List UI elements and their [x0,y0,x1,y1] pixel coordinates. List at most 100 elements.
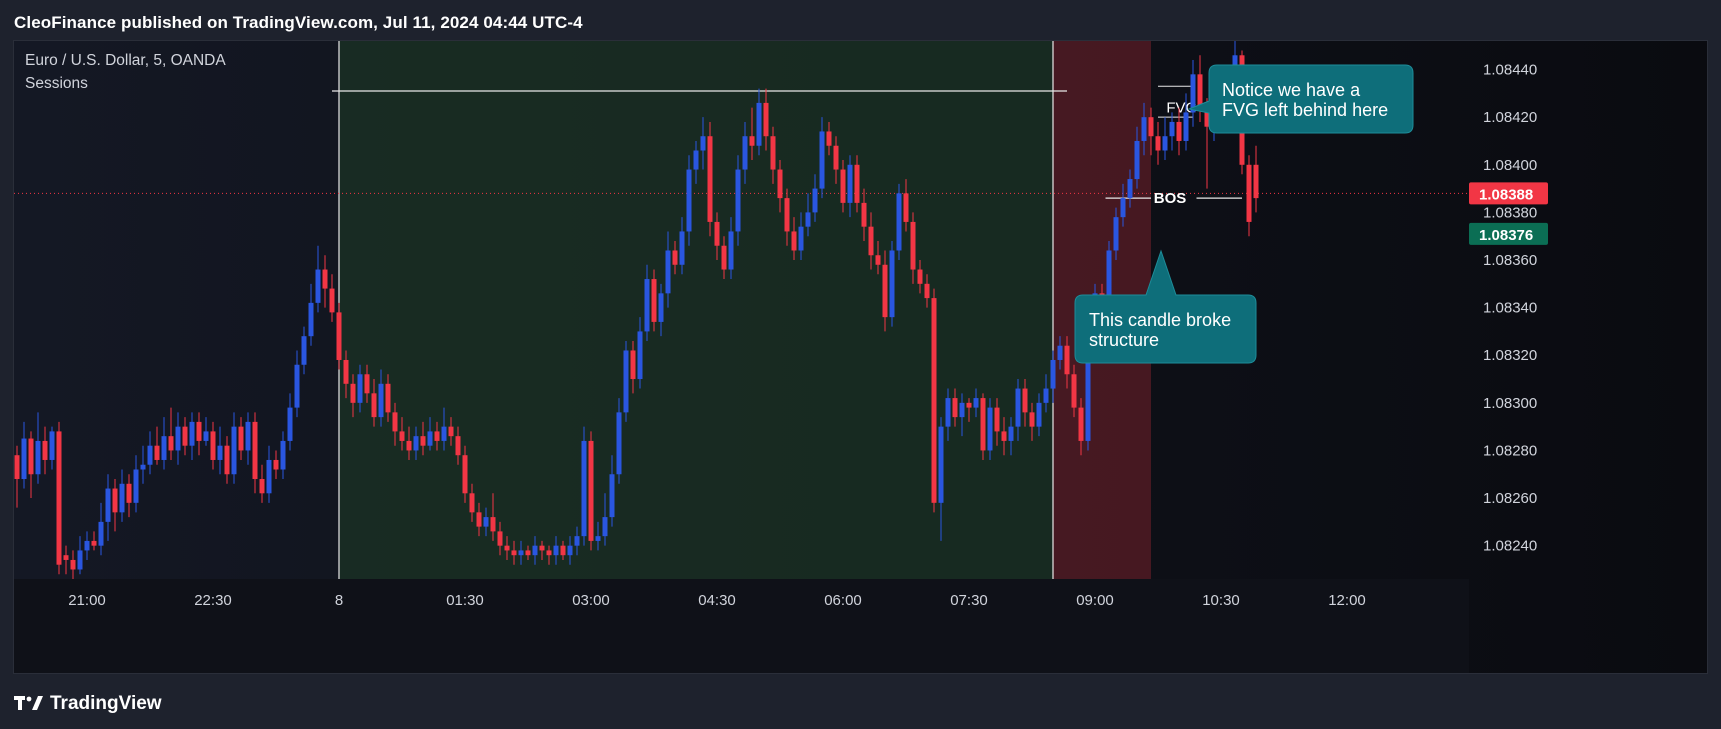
candle-body [84,540,90,551]
candle-body [672,250,678,265]
y-tick-label: 1.08440 [1483,62,1537,79]
candle-body [329,288,335,313]
candle-body [385,383,391,413]
candle-body [1253,164,1259,199]
y-tick-label: 1.08400 [1483,157,1537,174]
candle-body [378,383,384,418]
candle-body [1001,431,1007,441]
candle-body [931,298,937,503]
x-tick-label: 8 [335,592,343,609]
candle-body [1015,388,1021,427]
callout-fvg[interactable]: Notice we have a FVG left behind here [1187,64,1414,134]
candle-body [154,445,160,460]
candlestick-chart[interactable]: FVGBOS 1.084401.084201.084001.083801.083… [14,41,1708,674]
y-tick-label: 1.08340 [1483,300,1537,317]
candle[interactable] [707,121,713,237]
candle-body [189,421,195,446]
time-axis-bg [14,579,1469,673]
x-tick-label: 10:30 [1202,592,1240,609]
session-band-green [339,41,1053,579]
candle-body [1155,136,1161,151]
candle-body [1057,345,1063,360]
x-tick-label: 21:00 [68,592,106,609]
candle[interactable] [336,302,342,370]
candle-body [847,164,853,203]
candle-body [875,255,881,265]
candle-body [917,269,923,284]
x-tick-label: 03:00 [572,592,610,609]
candle-body [707,136,713,222]
candle-body [182,426,188,446]
y-tick-label: 1.08360 [1483,252,1537,269]
candle-body [1029,412,1035,427]
candle-body [126,483,132,503]
candle-body [770,136,776,170]
candle-body [490,517,496,532]
candle-body [1162,136,1168,151]
candle-body [889,250,895,318]
y-tick-label: 1.08380 [1483,204,1537,221]
candle-body [1127,179,1133,199]
candle-body [462,455,468,494]
candle-body [1022,388,1028,413]
callout-fvg-line-1: Notice we have a [1222,80,1361,100]
candle[interactable] [896,183,902,261]
candle-body [476,512,482,527]
footer-brand[interactable]: TradingView [14,693,162,715]
x-tick-label: 07:30 [950,592,988,609]
candle-body [714,221,720,246]
candle-body [301,336,307,365]
candle-body [294,364,300,408]
candle[interactable] [623,340,629,422]
candle-body [217,445,223,460]
y-tick-label: 1.08280 [1483,442,1537,459]
candle-body [861,202,867,227]
candle-body [21,438,27,480]
candle-body [539,545,545,551]
candle[interactable] [980,393,986,460]
candle-body [1008,426,1014,441]
time-axis[interactable]: 21:00 22:30 8 01:30 03:00 04:30 06:00 07:30 09:0… [14,579,1469,674]
candle-body [749,136,755,146]
candle-body [805,212,811,227]
candle-body [602,517,608,537]
candle-body [665,250,671,294]
candle[interactable] [588,431,594,551]
candle-body [546,550,552,556]
candle-body [1043,388,1049,403]
candle-body [1183,112,1189,141]
candle-body [581,440,587,537]
candle-body [133,469,139,503]
chart-panel[interactable]: FVG BOS 1.08440 1.08420 1.08400 1.08380 1.083… [13,40,1708,674]
candle-body [105,488,111,522]
candle-body [826,131,832,146]
candle-body [1141,117,1147,141]
candle-body [497,531,503,546]
candle-body [588,440,594,541]
candle-body [343,359,349,384]
candle-body [532,545,538,556]
candle-body [392,412,398,432]
candle-body [616,412,622,475]
candle-body [896,193,902,251]
candle-body [623,350,629,413]
candle-body [308,302,314,337]
candle-body [777,169,783,199]
candle-body [70,559,76,570]
bos-label: BOS [1154,190,1187,207]
callout-bos-line-1: This candle broke [1089,310,1231,330]
x-tick-label: 01:30 [446,592,484,609]
candle[interactable] [889,240,895,327]
candle[interactable] [931,288,937,513]
x-tick-label: 04:30 [698,592,736,609]
candle-body [721,245,727,270]
candle[interactable] [581,426,587,546]
candle[interactable] [56,421,62,575]
candle-body [28,438,34,475]
indicator-label: Sessions [25,75,88,92]
candle-body [994,407,1000,432]
x-tick-label: 22:30 [194,592,232,609]
footer-brand-label: TradingView [50,693,162,714]
candle-body [651,279,657,322]
candle-body [224,445,230,475]
